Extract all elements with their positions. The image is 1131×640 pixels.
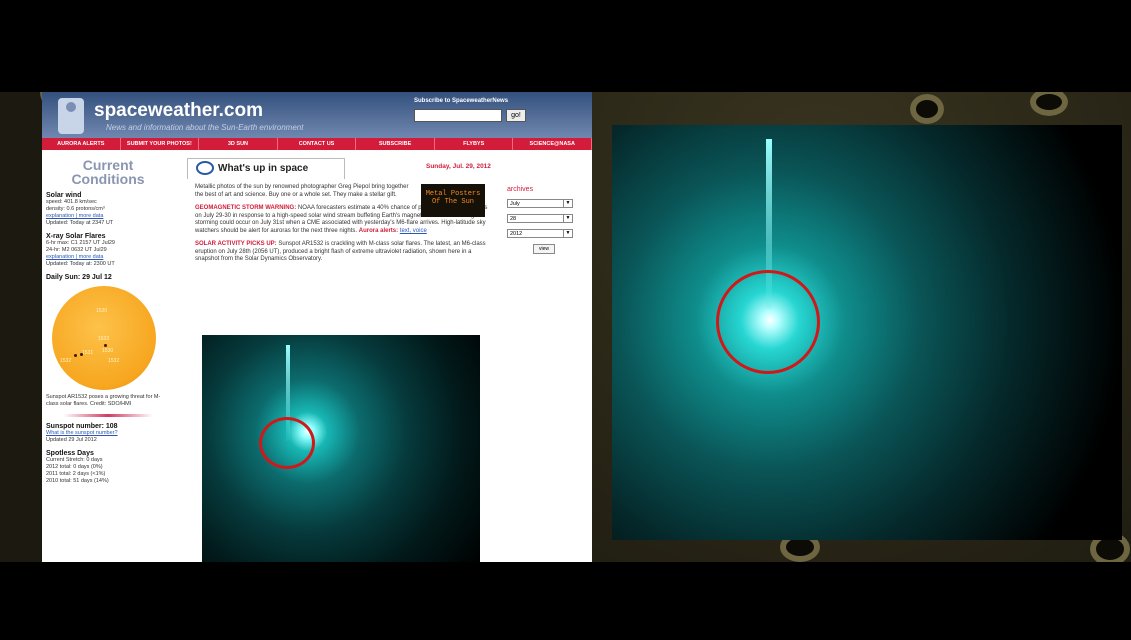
spotless-days-title: Spotless Days	[46, 450, 94, 457]
sunspot-number-title: Sunspot number: 108	[46, 423, 118, 430]
site-header: spaceweather.com News and information ab…	[42, 92, 592, 138]
decor-hole	[1030, 92, 1068, 116]
spotless-line: 2012 total: 0 days (0%)	[46, 464, 103, 470]
archive-year-select[interactable]: 2012 ▼	[507, 229, 573, 238]
archive-year-value: 2012	[510, 231, 523, 237]
flare-highlight-circle	[259, 417, 315, 469]
chevron-down-icon: ▼	[563, 200, 572, 207]
nav-aurora-alerts[interactable]: AURORA ALERTS	[42, 138, 121, 150]
sunspot-label: 1532	[60, 358, 72, 364]
archives-label: archives	[507, 186, 534, 193]
nav-flybys[interactable]: FLYBYS	[435, 138, 514, 150]
activity-paragraph: SOLAR ACTIVITY PICKS UP: Sunspot AR1532 …	[195, 241, 495, 264]
chevron-down-icon: ▼	[563, 215, 572, 222]
nav-bar: AURORA ALERTS SUBMIT YOUR PHOTOS! 3D SUN…	[42, 138, 592, 150]
sunspot-number-link[interactable]: What is the sunspot number?	[46, 430, 170, 437]
solar-wind-density: density: 0.6 protons/cm³	[46, 206, 105, 212]
sdo-flare-snapshot[interactable]	[202, 335, 480, 562]
decor-hole	[910, 94, 944, 124]
sunspot-label: 1523	[98, 336, 110, 342]
archives-panel: archives July ▼ 28 ▼ 2012 ▼ view	[507, 186, 577, 254]
daily-sun-title: Daily Sun: 29 Jul 12	[46, 274, 112, 281]
daily-sun-caption: Sunspot AR1532 poses a growing threat fo…	[46, 394, 161, 407]
sunspot-label: 1532	[108, 358, 120, 364]
intro-paragraph: Metallic photos of the sun by renowned p…	[195, 184, 409, 198]
spaceweather-webpage: spaceweather.com News and information ab…	[42, 92, 592, 562]
xray-24hr-max: 24-hr: M2 0632 UT Jul29	[46, 247, 107, 253]
archive-day-value: 28	[510, 216, 517, 222]
sunspot-label: 1531	[82, 350, 94, 356]
whats-up-tab: What's up in space	[187, 158, 345, 179]
solar-wind-speed: speed: 401.8 km/sec	[46, 199, 97, 205]
archive-day-select[interactable]: 28 ▼	[507, 214, 573, 223]
archive-view-button[interactable]: view	[533, 244, 555, 254]
solar-wind-updated: Updated: Today at 2347 UT	[46, 220, 114, 226]
archive-month-select[interactable]: July ▼	[507, 199, 573, 208]
xray-flares-title: X-ray Solar Flares	[46, 233, 106, 240]
xray-updated: Updated: Today at: 2300 UT	[46, 261, 115, 267]
activity-heading: SOLAR ACTIVITY PICKS UP:	[195, 241, 277, 247]
current-conditions-heading: Current Conditions	[71, 157, 145, 187]
chevron-down-icon: ▼	[563, 230, 572, 237]
flare-highlight-circle	[716, 270, 820, 374]
spotless-line: 2010 total: 51 days (14%)	[46, 478, 109, 484]
spotless-line: 2011 total: 2 days (<1%)	[46, 471, 106, 477]
current-conditions-sidebar: Current Conditions Solar wind speed: 401…	[46, 158, 170, 562]
aurora-alerts-links[interactable]: text, voice	[400, 228, 427, 234]
subscribe-email-input[interactable]	[414, 109, 502, 122]
nav-3d-sun[interactable]: 3D SUN	[199, 138, 278, 150]
storm-heading: GEOMAGNETIC STORM WARNING:	[195, 205, 297, 211]
sunspot-dot	[80, 353, 83, 356]
sunspot-label: 1530	[102, 348, 114, 354]
aurora-alerts-label: Aurora alerts:	[358, 227, 399, 234]
nav-subscribe[interactable]: SUBSCRIBE	[356, 138, 435, 150]
xray-6hr-max: 6-hr max: C1 2157 UT Jul29	[46, 240, 115, 246]
nav-contact-us[interactable]: CONTACT US	[278, 138, 357, 150]
page-date: Sunday, Jul. 29, 2012	[426, 163, 491, 170]
nav-science-nasa[interactable]: SCIENCE@NASA	[513, 138, 592, 150]
archive-month-value: July	[510, 201, 520, 207]
nav-submit-photos[interactable]: SUBMIT YOUR PHOTOS!	[121, 138, 200, 150]
spotless-line: Current Stretch: 0 days	[46, 457, 103, 463]
xray-links[interactable]: explanation | more data	[46, 254, 170, 261]
divider	[63, 414, 153, 417]
daily-sun-image[interactable]: 1520 1523 1532 1531 1530 1532	[52, 286, 156, 390]
solar-wind-links[interactable]: explanation | more data	[46, 213, 170, 220]
sunspot-label: 1520	[96, 308, 108, 314]
solar-wind-title: Solar wind	[46, 192, 82, 199]
whats-up-title: What's up in space	[218, 163, 309, 174]
subscribe-label: Subscribe to SpaceweatherNews	[414, 98, 509, 104]
sunspot-dot	[74, 354, 77, 357]
metal-posters-ad[interactable]: Metal Posters Of The Sun	[421, 184, 485, 217]
sunspot-number-updated: Updated 29 Jul 2012	[46, 437, 97, 443]
swirl-logo-icon	[196, 161, 214, 176]
zoomed-flare-image[interactable]	[612, 125, 1122, 540]
astronaut-logo-icon[interactable]	[58, 98, 84, 134]
site-title[interactable]: spaceweather.com	[94, 100, 263, 122]
subscribe-go-button[interactable]: go!	[506, 109, 526, 122]
sunspot-dot	[104, 344, 107, 347]
site-tagline: News and information about the Sun-Earth…	[106, 123, 304, 132]
